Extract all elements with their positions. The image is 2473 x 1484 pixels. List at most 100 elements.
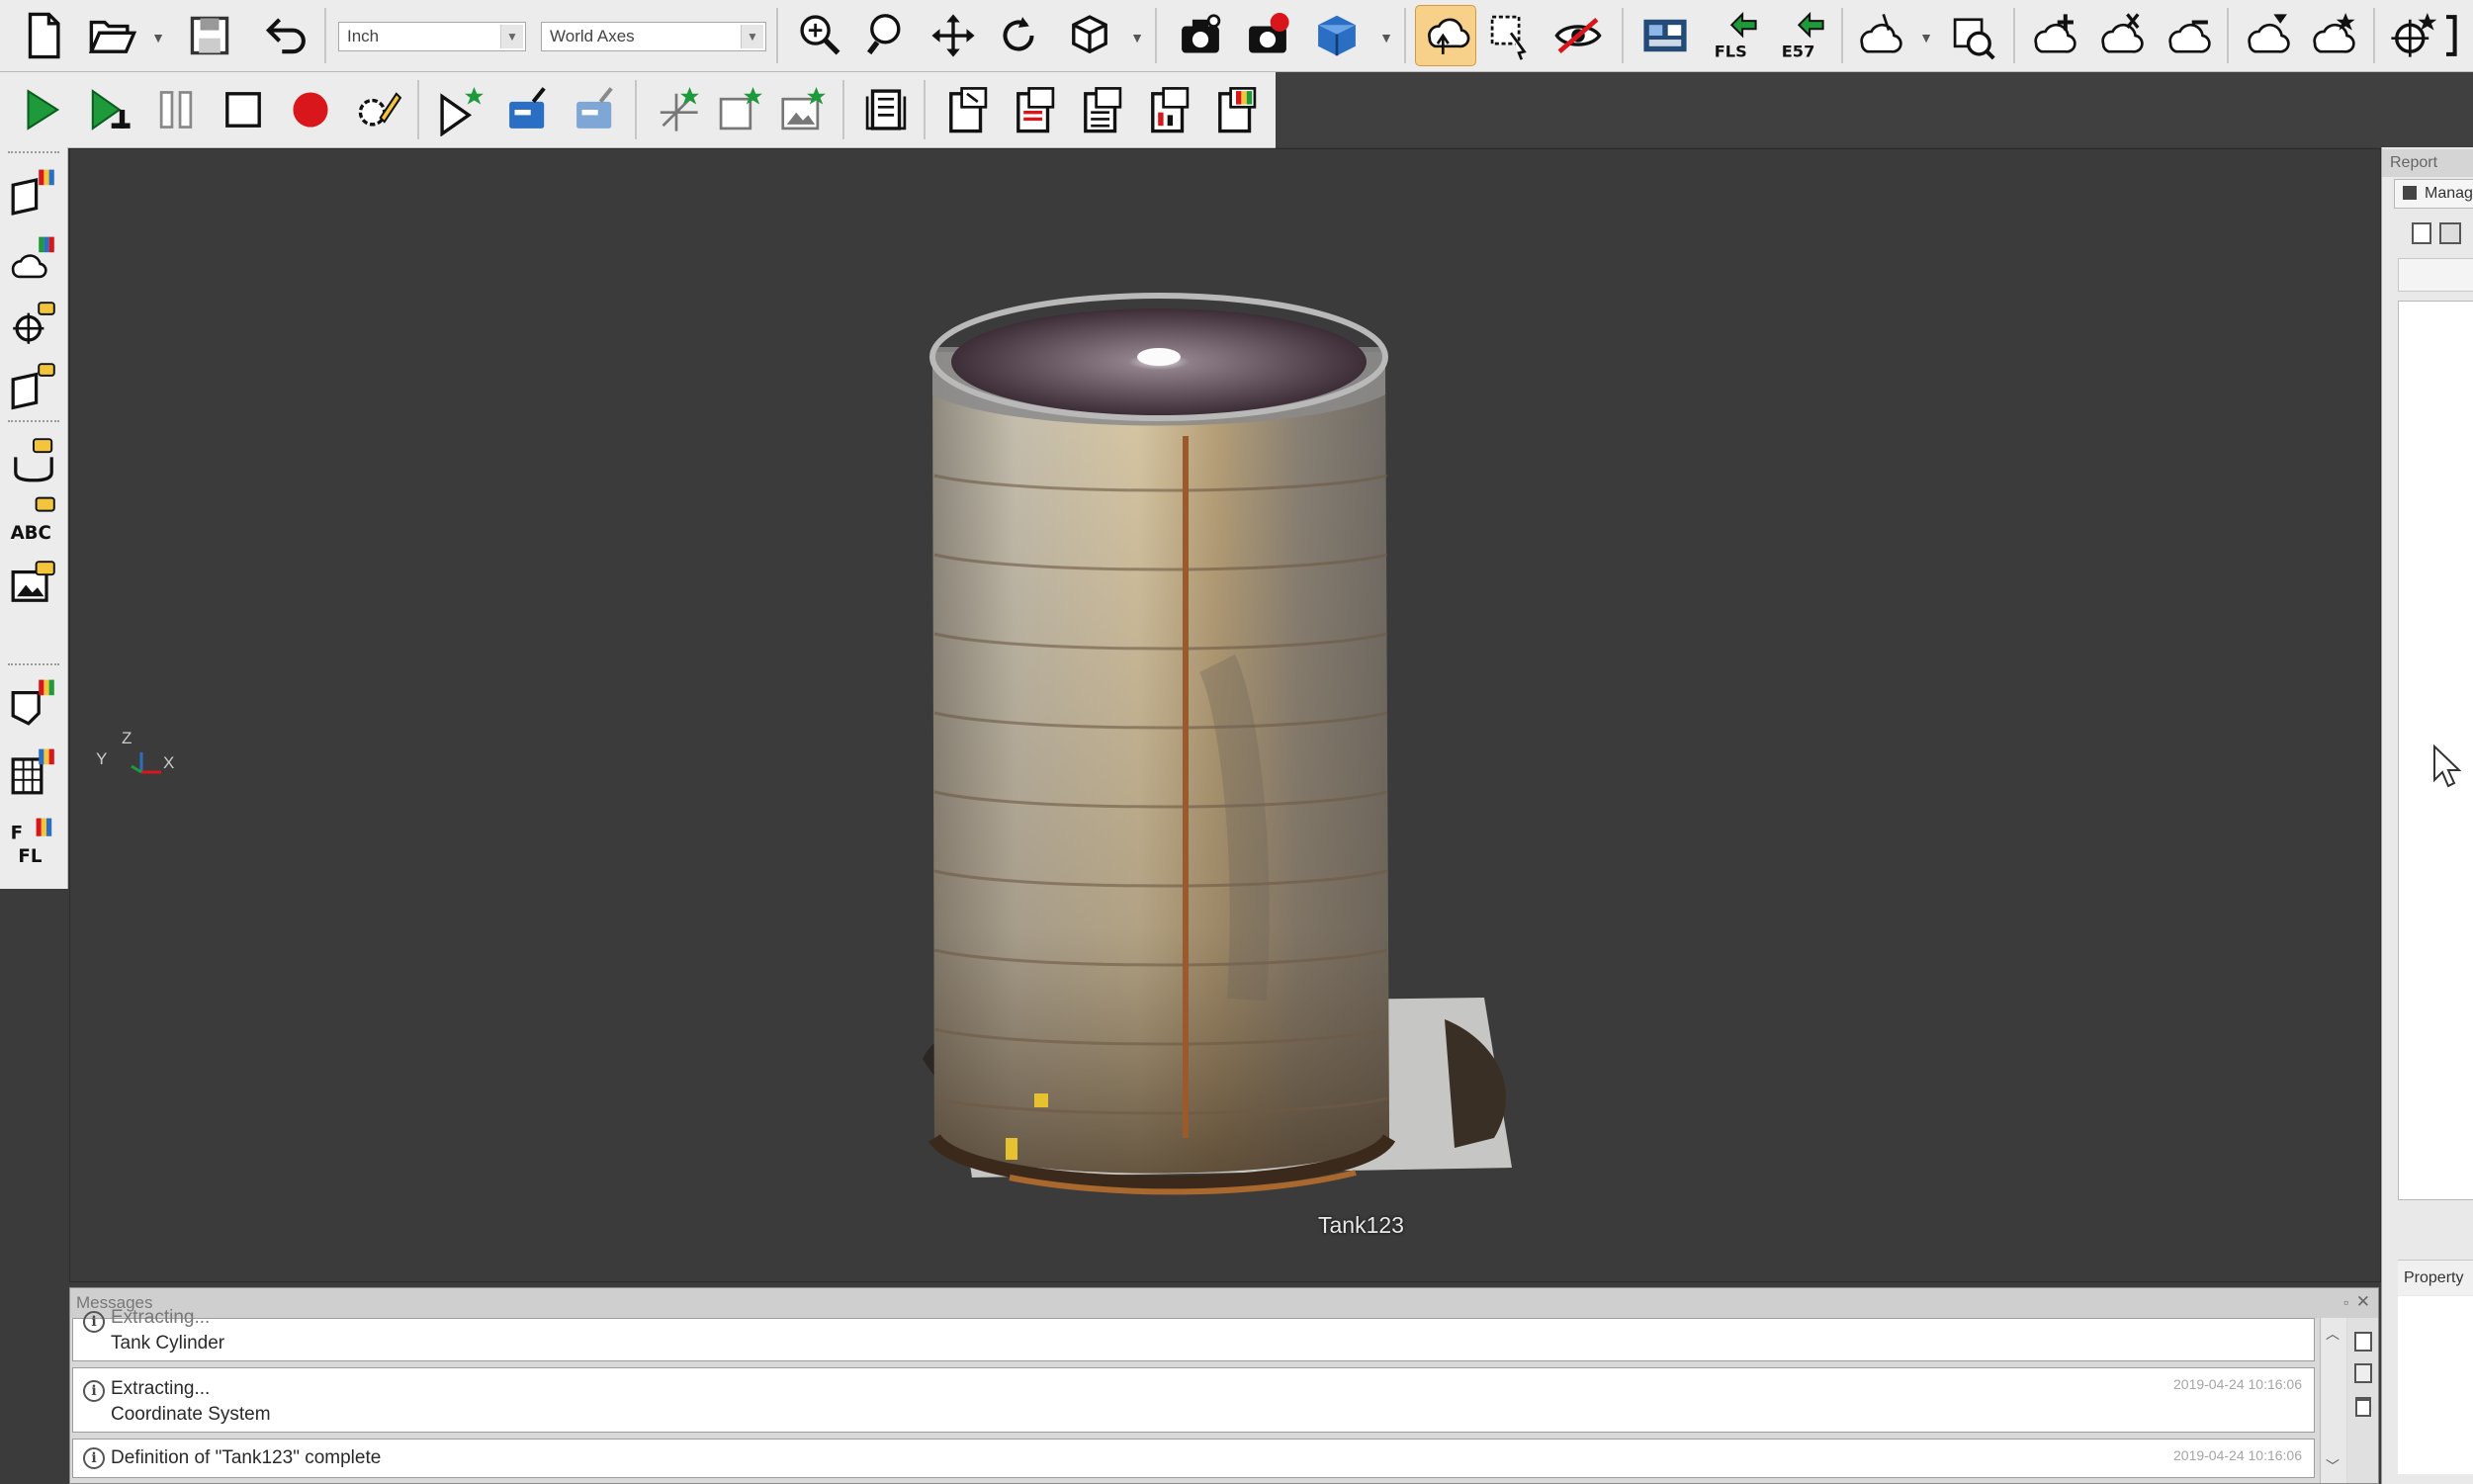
- chevron-up-icon[interactable]: ︿: [2326, 1324, 2340, 1344]
- manager-tab-icon: [2403, 186, 2417, 200]
- panel-input[interactable]: [2398, 258, 2473, 292]
- run-button[interactable]: [12, 80, 71, 139]
- picture-annotation-button[interactable]: [6, 555, 61, 610]
- shading-dropdown-caret[interactable]: ▼: [1376, 28, 1396, 47]
- pause-button[interactable]: [146, 80, 206, 139]
- undo-button[interactable]: [255, 6, 314, 65]
- close-icon[interactable]: ✕: [2356, 1292, 2370, 1312]
- capture-record-button[interactable]: [1238, 6, 1297, 65]
- messages-scrollbar[interactable]: ︿ ﹀: [2320, 1318, 2346, 1483]
- shading-button[interactable]: [1307, 6, 1367, 65]
- open-file-button[interactable]: [83, 6, 142, 65]
- object-label[interactable]: Tank123: [1318, 1212, 1404, 1239]
- message-line1: Extracting...: [111, 1378, 211, 1399]
- select-window-button[interactable]: [1481, 6, 1541, 65]
- axis-z-label: Z: [122, 729, 132, 747]
- cloud-remove-button[interactable]: [2092, 6, 2152, 65]
- fl-colormap-icon: F FL: [11, 818, 52, 867]
- zoom-window-button[interactable]: [858, 6, 918, 65]
- scan-list-icon: [1643, 19, 1687, 52]
- cloud-colormap-button[interactable]: [6, 232, 61, 288]
- capture-image-button[interactable]: [1171, 6, 1230, 65]
- table-report-button[interactable]: [6, 744, 61, 800]
- report-view-2-button[interactable]: [1005, 80, 1064, 139]
- point-deviation-button[interactable]: [6, 296, 61, 351]
- units-select[interactable]: Inch ▼: [338, 22, 526, 51]
- cloud-tools-dropdown-caret[interactable]: ▼: [1916, 28, 1936, 47]
- report-tree[interactable]: [2398, 301, 2473, 1200]
- text-annotation-button[interactable]: ABC: [6, 493, 61, 549]
- message-row[interactable]: i Extracting... Coordinate System 2019-0…: [72, 1367, 2315, 1433]
- message-row[interactable]: i Definition of "Tank123" complete 2019-…: [72, 1439, 2315, 1478]
- cloud-scissors-icon: [2101, 13, 2144, 53]
- camera-record-icon: [1249, 13, 1289, 53]
- zoom-extents-icon: [800, 15, 840, 55]
- cloud-filter-button[interactable]: [2239, 6, 2298, 65]
- record-button[interactable]: [281, 80, 340, 139]
- rotate-button[interactable]: [989, 6, 1048, 65]
- report-table-icon: [1084, 87, 1122, 133]
- cloud-tools-button[interactable]: [1851, 6, 1910, 65]
- truncated-tool-button[interactable]: [2446, 6, 2473, 65]
- annotation-pipe-button[interactable]: [6, 432, 61, 487]
- stop-button[interactable]: [214, 80, 273, 139]
- scan-origin-button[interactable]: [647, 80, 706, 139]
- cloud-inspect-button[interactable]: [1944, 6, 2003, 65]
- report-bracket-icon: [865, 89, 907, 131]
- cloud-star-icon: [2313, 13, 2355, 53]
- stop-icon: [225, 92, 261, 128]
- fl-colormap-button[interactable]: F FL: [6, 814, 61, 869]
- report-section-button[interactable]: [6, 675, 61, 731]
- report-view-4-button[interactable]: [1139, 80, 1198, 139]
- import-e57-button[interactable]: E57: [1772, 6, 1831, 65]
- page-icon[interactable]: [2412, 222, 2431, 244]
- surface-deviation-button[interactable]: [6, 357, 61, 412]
- hide-button[interactable]: [1548, 6, 1608, 65]
- messages-panel: Messages ▫ ✕ i Extracting... Tank Cylind…: [69, 1287, 2379, 1484]
- manager-tab[interactable]: Manag: [2394, 179, 2473, 209]
- report-template-button[interactable]: [856, 80, 916, 139]
- save-button[interactable]: [180, 6, 239, 65]
- pan-button[interactable]: [924, 6, 983, 65]
- cloud-star-button[interactable]: [2304, 6, 2363, 65]
- cloud-add-button[interactable]: [2025, 6, 2084, 65]
- info-icon: i: [83, 1311, 105, 1333]
- view-dropdown-caret[interactable]: ▼: [1127, 28, 1147, 47]
- pin-icon[interactable]: ▫: [2343, 1294, 2348, 1310]
- chevron-down-icon[interactable]: ﹀: [2326, 1456, 2340, 1476]
- scan-manager-button[interactable]: [1635, 6, 1695, 65]
- zoom-fit-button[interactable]: [791, 6, 850, 65]
- save-log-icon[interactable]: [2354, 1363, 2372, 1383]
- units-value: Inch: [347, 27, 380, 45]
- scan-box-button[interactable]: [710, 80, 769, 139]
- import-fls-button[interactable]: FLS: [1705, 6, 1764, 65]
- page-settings-icon[interactable]: [2439, 222, 2461, 244]
- target-star-button[interactable]: [2383, 6, 2442, 65]
- pencil-gear-icon: [358, 92, 402, 127]
- message-row[interactable]: i Extracting... Tank Cylinder: [72, 1307, 2315, 1361]
- new-sequence-button[interactable]: [431, 80, 490, 139]
- axes-select[interactable]: World Axes ▼: [541, 22, 766, 51]
- report-view-5-button[interactable]: [1206, 80, 1266, 139]
- new-file-button[interactable]: [14, 6, 73, 65]
- svg-text:FLS: FLS: [1715, 43, 1747, 61]
- record-icon: [293, 92, 328, 128]
- view-orientation-button[interactable]: [1060, 6, 1119, 65]
- color-map-button[interactable]: [6, 165, 61, 220]
- cloud-subtract-button[interactable]: [2160, 6, 2219, 65]
- property-grid[interactable]: [2398, 1296, 2473, 1474]
- import-e57-icon: E57: [1782, 11, 1824, 61]
- scan-image-button[interactable]: [773, 80, 833, 139]
- image-star-icon: [781, 87, 826, 131]
- report-view-3-button[interactable]: [1072, 80, 1131, 139]
- 3d-viewport[interactable]: Tank123 Z Y X: [69, 148, 2381, 1282]
- probe-button[interactable]: [498, 80, 558, 139]
- select-cloud-button[interactable]: [1415, 5, 1476, 66]
- probe-disabled-button[interactable]: [566, 80, 625, 139]
- trash-icon[interactable]: [2355, 1397, 2371, 1417]
- step-button[interactable]: [79, 80, 138, 139]
- open-dropdown-caret[interactable]: ▼: [148, 28, 168, 47]
- report-view-1-button[interactable]: [937, 80, 997, 139]
- edit-program-button[interactable]: [348, 80, 407, 139]
- copy-icon[interactable]: [2354, 1332, 2372, 1352]
